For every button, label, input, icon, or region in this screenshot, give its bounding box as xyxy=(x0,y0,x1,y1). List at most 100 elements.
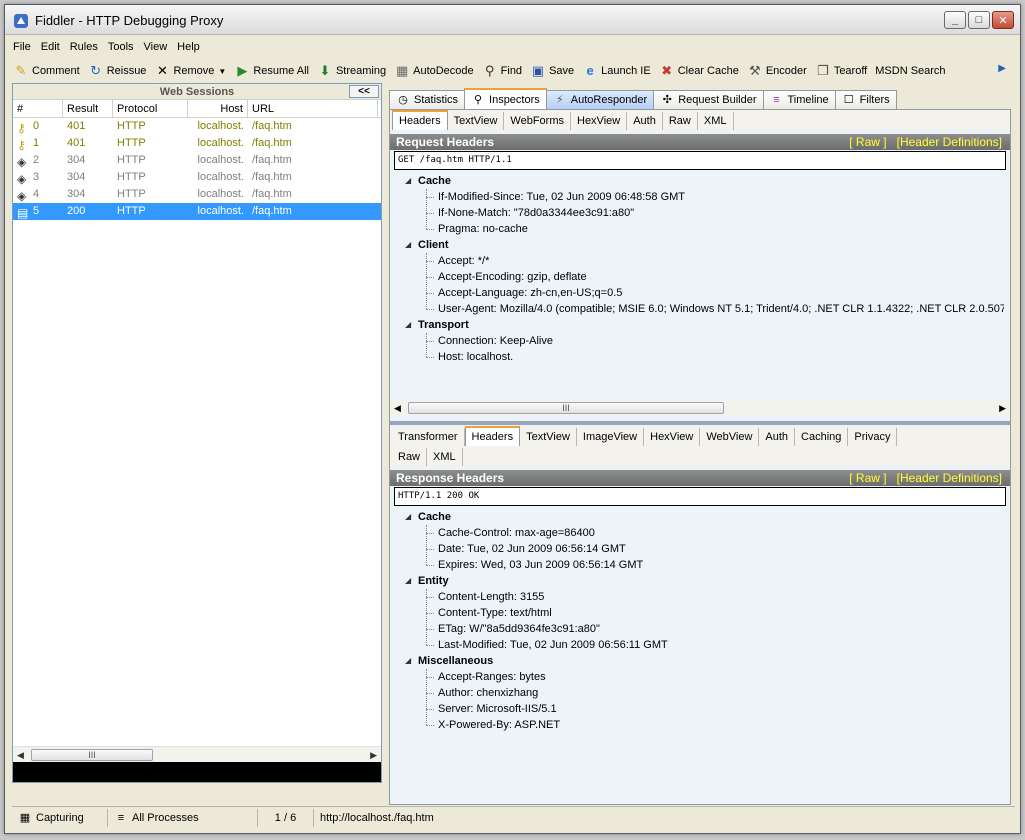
column-header-result[interactable]: Result xyxy=(63,99,113,118)
response-tab-hexview[interactable]: HexView xyxy=(644,428,701,446)
reissue-button[interactable]: ↻ Reissue xyxy=(88,63,146,79)
request-raw-link[interactable]: [ Raw ] xyxy=(849,135,886,149)
menu-edit[interactable]: Edit xyxy=(41,41,60,53)
quickexec-bar[interactable] xyxy=(13,762,381,782)
minimize-button[interactable]: _ xyxy=(944,11,966,29)
response-tab-caching[interactable]: Caching xyxy=(795,428,849,446)
request-tab-xml[interactable]: XML xyxy=(698,112,734,130)
checkbox-icon[interactable]: ☐ xyxy=(842,93,856,107)
request-tab-auth[interactable]: Auth xyxy=(627,112,663,130)
launch-ie-button[interactable]: e Launch IE xyxy=(582,63,651,79)
maximize-button[interactable]: □ xyxy=(968,11,990,29)
session-row[interactable]: ◈ 3 304 HTTP localhost. /faq.htm xyxy=(13,169,381,186)
scroll-thumb[interactable]: III xyxy=(31,749,153,761)
tab-filters[interactable]: ☐ Filters xyxy=(834,90,897,109)
request-header-definitions-link[interactable]: [Header Definitions] xyxy=(897,135,1002,149)
menu-rules[interactable]: Rules xyxy=(70,41,98,53)
request-tab-webforms[interactable]: WebForms xyxy=(504,112,571,130)
header-item[interactable]: Host: localhost. xyxy=(404,349,1010,365)
group-title[interactable]: Entity xyxy=(404,573,1010,589)
response-tab-headers[interactable]: Headers xyxy=(464,426,521,446)
menu-view[interactable]: View xyxy=(144,41,168,53)
process-filter[interactable]: ≡ All Processes xyxy=(108,808,258,827)
sessions-horizontal-scrollbar[interactable]: ◀ III ▶ xyxy=(13,746,381,762)
header-item[interactable]: Accept-Ranges: bytes xyxy=(404,669,1010,685)
streaming-button[interactable]: ⬇ Streaming xyxy=(317,63,387,79)
header-item[interactable]: Accept: */* xyxy=(404,253,1010,269)
scroll-thumb[interactable]: III xyxy=(408,402,724,414)
header-item[interactable]: Expires: Wed, 03 Jun 2009 06:56:14 GMT xyxy=(404,557,1010,573)
header-item[interactable]: Cache-Control: max-age=86400 xyxy=(404,525,1010,541)
session-row[interactable]: ◈ 2 304 HTTP localhost. /faq.htm xyxy=(13,152,381,169)
header-item[interactable]: ETag: W/"8a5dd9364fe3c91:a80" xyxy=(404,621,1010,637)
scroll-left-icon[interactable]: ◀ xyxy=(17,750,24,761)
inspector-splitter[interactable] xyxy=(390,421,1010,425)
tab-timeline[interactable]: ≡ Timeline xyxy=(762,90,836,109)
close-button[interactable]: ✕ xyxy=(992,11,1014,29)
save-button[interactable]: ▣ Save xyxy=(530,63,574,79)
header-item[interactable]: If-None-Match: "78d0a3344ee3c91:a80" xyxy=(404,205,1010,221)
session-row[interactable]: ◈ 4 304 HTTP localhost. /faq.htm xyxy=(13,186,381,203)
menu-tools[interactable]: Tools xyxy=(108,41,134,53)
header-item[interactable]: Content-Type: text/html xyxy=(404,605,1010,621)
column-header-num[interactable]: # xyxy=(13,99,63,118)
session-row[interactable]: ⚷ 0 401 HTTP localhost. /faq.htm xyxy=(13,118,381,135)
request-tab-raw[interactable]: Raw xyxy=(663,112,698,130)
comment-button[interactable]: ✎ Comment xyxy=(13,63,80,79)
clear-cache-button[interactable]: ✖ Clear Cache xyxy=(659,63,739,79)
remove-button[interactable]: ✕ Remove ▼ xyxy=(154,63,226,79)
request-tab-textview[interactable]: TextView xyxy=(448,112,505,130)
column-header-protocol[interactable]: Protocol xyxy=(113,99,188,118)
request-tab-hexview[interactable]: HexView xyxy=(571,112,628,130)
response-tab-textview[interactable]: TextView xyxy=(520,428,577,446)
header-item[interactable]: Last-Modified: Tue, 02 Jun 2009 06:56:11… xyxy=(404,637,1010,653)
scroll-right-icon[interactable]: ▶ xyxy=(370,750,377,761)
resume-all-button[interactable]: ▶ Resume All xyxy=(234,63,309,79)
response-raw-link[interactable]: [ Raw ] xyxy=(849,471,886,485)
capturing-toggle[interactable]: ▦ Capturing xyxy=(12,808,108,827)
tab-autoresponder[interactable]: ⚡ AutoResponder xyxy=(545,90,655,109)
header-item[interactable]: X-Powered-By: ASP.NET xyxy=(404,717,1010,733)
header-item[interactable]: Pragma: no-cache xyxy=(404,221,1010,237)
find-button[interactable]: ⚲ Find xyxy=(482,63,522,79)
tab-statistics[interactable]: ◷ Statistics xyxy=(389,90,466,109)
response-header-definitions-link[interactable]: [Header Definitions] xyxy=(897,471,1002,485)
column-header-url[interactable]: URL xyxy=(248,99,378,118)
header-item[interactable]: Accept-Encoding: gzip, deflate xyxy=(404,269,1010,285)
tearoff-button[interactable]: ❐ Tearoff xyxy=(815,63,867,79)
header-item[interactable]: Server: Microsoft-IIS/5.1 xyxy=(404,701,1010,717)
tab-inspectors[interactable]: ⚲ Inspectors xyxy=(464,88,547,109)
scroll-left-icon[interactable]: ◀ xyxy=(394,403,401,414)
tab-request-builder[interactable]: ✣ Request Builder xyxy=(653,90,764,109)
session-row-selected[interactable]: ▤ 5 200 HTTP localhost. /faq.htm xyxy=(13,203,381,220)
request-horizontal-scrollbar[interactable]: ◀ III ▶ xyxy=(390,400,1010,416)
request-tab-headers[interactable]: Headers xyxy=(392,110,448,130)
toolbar-overflow-icon[interactable]: ▶ xyxy=(998,63,1006,74)
header-item[interactable]: User-Agent: Mozilla/4.0 (compatible; MSI… xyxy=(404,301,1004,317)
column-header-host[interactable]: Host xyxy=(188,99,248,118)
encoder-button[interactable]: ⚒ Encoder xyxy=(747,63,807,79)
menu-file[interactable]: File xyxy=(13,41,31,53)
header-item[interactable]: Content-Length: 3155 xyxy=(404,589,1010,605)
response-tab-imageview[interactable]: ImageView xyxy=(577,428,645,446)
menu-help[interactable]: Help xyxy=(177,41,200,53)
scroll-right-icon[interactable]: ▶ xyxy=(999,403,1006,414)
response-tab-privacy[interactable]: Privacy xyxy=(848,428,898,446)
group-title[interactable]: Cache xyxy=(404,509,1010,525)
response-tab-webview[interactable]: WebView xyxy=(700,428,760,446)
header-item[interactable]: Connection: Keep-Alive xyxy=(404,333,1010,349)
response-tab-xml[interactable]: XML xyxy=(427,448,463,466)
response-tab-transformer[interactable]: Transformer xyxy=(392,428,465,446)
header-item[interactable]: If-Modified-Since: Tue, 02 Jun 2009 06:4… xyxy=(404,189,1010,205)
collapse-button[interactable]: << xyxy=(349,85,379,98)
autodecode-button[interactable]: ▦ AutoDecode xyxy=(394,63,474,79)
group-title[interactable]: Transport xyxy=(404,317,1010,333)
group-title[interactable]: Cache xyxy=(404,173,1010,189)
group-title[interactable]: Client xyxy=(404,237,1010,253)
header-item[interactable]: Date: Tue, 02 Jun 2009 06:56:14 GMT xyxy=(404,541,1010,557)
session-row[interactable]: ⚷ 1 401 HTTP localhost. /faq.htm xyxy=(13,135,381,152)
response-tab-raw[interactable]: Raw xyxy=(392,448,428,466)
header-item[interactable]: Author: chenxizhang xyxy=(404,685,1010,701)
group-title[interactable]: Miscellaneous xyxy=(404,653,1010,669)
msdn-search-button[interactable]: MSDN Search xyxy=(875,65,945,77)
